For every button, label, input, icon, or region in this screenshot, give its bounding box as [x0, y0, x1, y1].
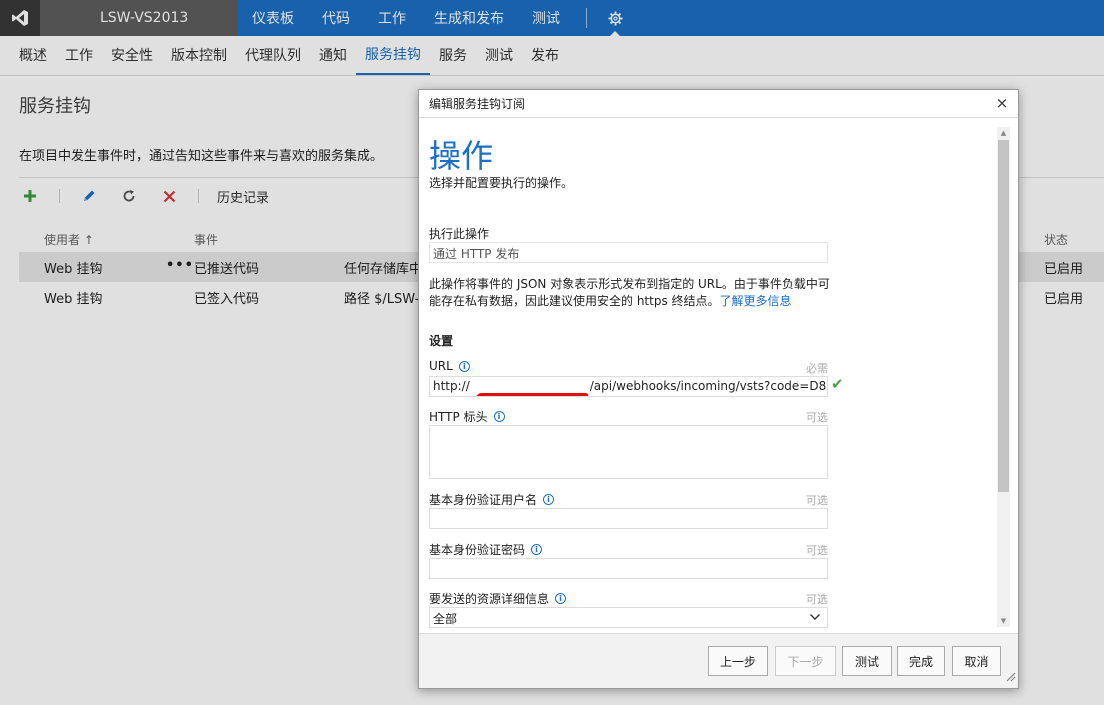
url-label-text: URL	[429, 359, 453, 373]
info-icon[interactable]: i	[543, 494, 555, 505]
password-input[interactable]	[429, 558, 828, 579]
cancel-button[interactable]: 取消	[952, 646, 1001, 676]
dialog-footer: 上一步 下一步 测试 完成 取消	[419, 633, 1018, 688]
headers-label: HTTP 标头 i	[429, 408, 505, 425]
resource-label-text: 要发送的资源详细信息	[429, 592, 550, 606]
dialog-subheading: 选择并配置要执行的操作。	[429, 176, 574, 190]
valid-check-icon: ✔	[831, 375, 844, 393]
chevron-down-icon	[809, 611, 821, 626]
info-icon[interactable]: i	[555, 593, 567, 604]
dialog-heading: 操作	[429, 137, 494, 175]
dialog-scrollbar[interactable]: ▲ ▼	[997, 127, 1010, 627]
scroll-thumb[interactable]	[998, 140, 1009, 492]
url-input[interactable]: http:// /api/webhooks/incoming/vsts?code=…	[429, 376, 828, 397]
next-button[interactable]: 下一步	[775, 646, 836, 676]
action-description: 此操作将事件的 JSON 对象表示形式发布到指定的 URL。由于事件负载中可 能…	[429, 276, 839, 310]
username-optional: 可选	[806, 494, 828, 507]
headers-optional: 可选	[806, 411, 828, 424]
action-label: 执行此操作	[429, 227, 490, 241]
url-required: 必需	[806, 362, 828, 375]
username-label: 基本身份验证用户名 i	[429, 491, 555, 508]
password-label: 基本身份验证密码 i	[429, 541, 543, 558]
learn-more-link[interactable]: 了解更多信息	[720, 294, 792, 308]
redaction-mark	[474, 393, 590, 396]
description-line-2: 能存在私有数据，因此建议使用安全的 https 终结点。了解更多信息	[429, 293, 839, 310]
password-label-text: 基本身份验证密码	[429, 543, 526, 557]
username-input[interactable]	[429, 508, 828, 529]
dialog-body: 操作 选择并配置要执行的操作。 执行此操作 通过 HTTP 发布 此操作将事件的…	[419, 119, 1018, 633]
scroll-up-icon[interactable]: ▲	[997, 127, 1010, 139]
info-icon[interactable]: i	[458, 360, 470, 372]
username-label-text: 基本身份验证用户名	[429, 493, 538, 507]
info-icon[interactable]: i	[531, 544, 543, 555]
url-prefix: http://	[433, 379, 470, 393]
resource-label: 要发送的资源详细信息 i	[429, 590, 567, 607]
description-text-2: 能存在私有数据，因此建议使用安全的 https 终结点。	[429, 294, 720, 308]
previous-button[interactable]: 上一步	[708, 646, 768, 676]
http-headers-textarea[interactable]	[429, 425, 828, 479]
settings-heading: 设置	[429, 334, 454, 348]
resource-value: 全部	[433, 612, 458, 626]
action-field: 通过 HTTP 发布	[429, 242, 828, 263]
edit-subscription-dialog: 编辑服务挂钩订阅 × 操作 选择并配置要执行的操作。 执行此操作 通过 HTTP…	[418, 89, 1019, 689]
resource-select[interactable]: 全部	[429, 607, 828, 628]
url-label: URL i	[429, 359, 470, 373]
info-icon[interactable]: i	[493, 411, 505, 422]
scroll-down-icon[interactable]: ▼	[997, 615, 1010, 627]
headers-label-text: HTTP 标头	[429, 410, 488, 424]
resize-grip-icon[interactable]	[1006, 671, 1016, 686]
finish-button[interactable]: 完成	[897, 646, 945, 676]
close-icon[interactable]: ×	[995, 96, 1009, 111]
resource-optional: 可选	[806, 593, 828, 606]
password-optional: 可选	[806, 544, 828, 557]
test-button[interactable]: 测试	[842, 646, 892, 676]
description-line-1: 此操作将事件的 JSON 对象表示形式发布到指定的 URL。由于事件负载中可	[429, 277, 830, 291]
dialog-title: 编辑服务挂钩订阅	[419, 90, 1018, 118]
url-suffix: /api/webhooks/incoming/vsts?code=D854DE	[589, 379, 827, 393]
